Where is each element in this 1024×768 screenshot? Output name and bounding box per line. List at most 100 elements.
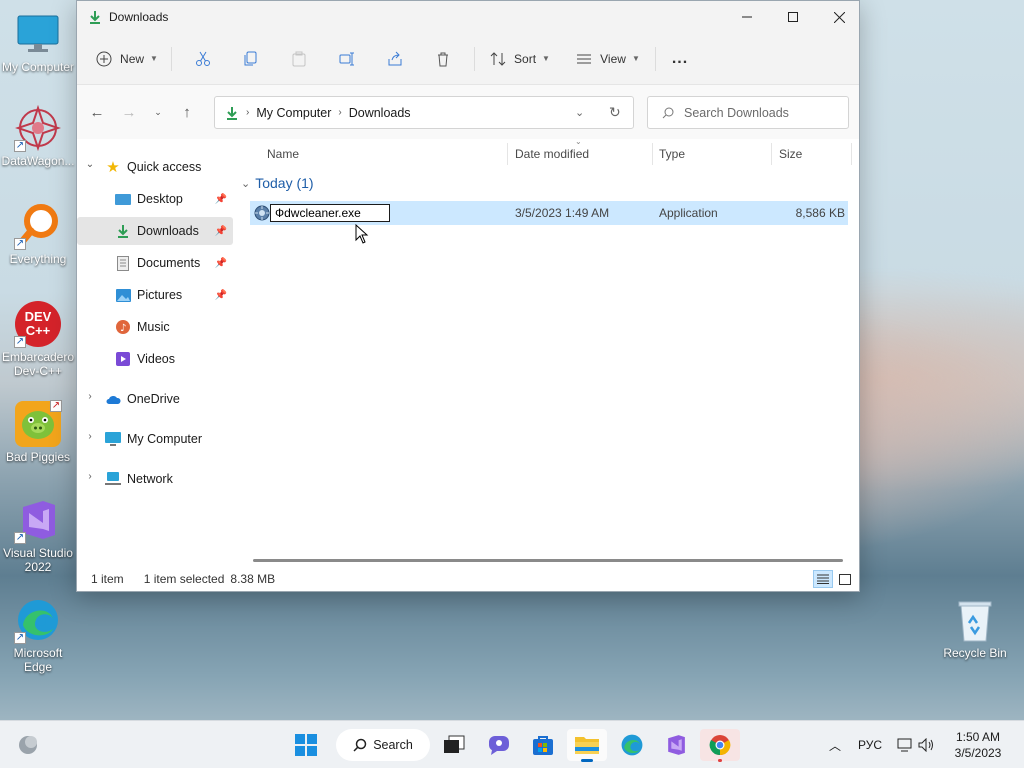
tiles-view-button[interactable] xyxy=(835,570,855,588)
desktop-icon-label: Bad Piggies xyxy=(5,450,71,464)
nav-item-documents[interactable]: Documents 📌 xyxy=(77,249,233,277)
desktop-icon-devcpp[interactable]: DEV C++ ↗ Embarcadero Dev-C++ xyxy=(0,300,76,378)
up-button[interactable]: ↑ xyxy=(171,96,203,128)
edge-taskbar-button[interactable] xyxy=(612,729,652,761)
start-button[interactable] xyxy=(286,729,326,761)
search-input[interactable]: Search Downloads xyxy=(684,106,789,120)
shortcut-arrow-icon: ↗ xyxy=(14,532,26,544)
chevron-down-icon: ⌄ xyxy=(154,106,162,117)
view-button[interactable]: View ▼ xyxy=(571,43,645,75)
nav-label: Documents xyxy=(137,256,201,270)
breadcrumb-my-computer[interactable]: My Computer xyxy=(256,106,331,120)
nav-label: My Computer xyxy=(127,432,203,446)
nav-network[interactable]: Network xyxy=(105,465,233,493)
pin-icon[interactable]: 📌 xyxy=(215,290,227,301)
shortcut-arrow-icon: ↗ xyxy=(14,632,26,644)
nav-item-pictures[interactable]: Pictures 📌 xyxy=(77,281,233,309)
column-separator[interactable] xyxy=(507,143,508,165)
nav-onedrive[interactable]: OneDrive xyxy=(105,385,233,413)
title-bar[interactable]: Downloads xyxy=(77,1,859,33)
widgets-button[interactable] xyxy=(8,729,48,761)
file-list: Name ⌄ Date modified Type Size ⌄ Today (… xyxy=(237,137,859,563)
delete-button[interactable] xyxy=(422,43,464,75)
address-dropdown-button[interactable]: ⌄ xyxy=(575,106,584,119)
chevron-right-icon[interactable]: › xyxy=(83,431,97,442)
rename-button[interactable] xyxy=(326,43,368,75)
clock[interactable]: 1:50 AM 3/5/2023 xyxy=(940,729,1016,761)
sort-button[interactable]: Sort ▼ xyxy=(485,43,555,75)
store-button[interactable] xyxy=(523,729,563,761)
desktop-icon-everything[interactable]: ↗ Everything xyxy=(0,202,76,266)
breadcrumb-downloads[interactable]: Downloads xyxy=(349,106,411,120)
status-bar: 1 item 1 item selected 8.38 MB xyxy=(77,567,859,591)
horizontal-scrollbar[interactable] xyxy=(253,559,843,562)
nav-item-videos[interactable]: Videos xyxy=(77,345,233,373)
nav-item-downloads[interactable]: Downloads 📌 xyxy=(77,217,233,245)
refresh-button[interactable]: ↻ xyxy=(609,104,621,121)
volume-icon[interactable] xyxy=(918,738,936,752)
nav-my-computer[interactable]: My Computer xyxy=(105,425,233,453)
minimize-button[interactable] xyxy=(724,1,770,33)
address-bar[interactable]: › My Computer › Downloads ⌄ ↻ xyxy=(214,96,634,129)
task-view-button[interactable] xyxy=(434,729,474,761)
search-box[interactable]: Search Downloads xyxy=(647,96,849,129)
column-separator[interactable] xyxy=(771,143,772,165)
file-explorer-taskbar-button[interactable] xyxy=(567,729,607,762)
desktop-icon-my-computer[interactable]: My Computer xyxy=(0,10,76,74)
share-button[interactable] xyxy=(374,43,416,75)
close-button[interactable] xyxy=(816,1,862,33)
visual-studio-icon: ↗ xyxy=(14,496,62,544)
copy-button[interactable] xyxy=(230,43,272,75)
column-separator[interactable] xyxy=(652,143,653,165)
chrome-taskbar-button[interactable] xyxy=(700,729,740,762)
column-header-name[interactable]: Name xyxy=(267,143,507,165)
paste-button[interactable] xyxy=(278,43,320,75)
taskbar: Search ︿ РУС 1:50 AM 3/5/2023 xyxy=(0,720,1024,768)
details-view-button[interactable] xyxy=(813,570,833,588)
breadcrumb-separator-icon: › xyxy=(246,107,250,118)
input-language-indicator[interactable]: РУС xyxy=(858,738,882,752)
group-header-today[interactable]: ⌄ Today (1) xyxy=(241,175,314,191)
back-button[interactable]: ← xyxy=(81,96,113,128)
column-header-date-modified[interactable]: Date modified xyxy=(515,143,655,165)
desktop-icon-edge[interactable]: ↗ Microsoft Edge xyxy=(0,596,76,674)
column-separator[interactable] xyxy=(851,143,852,165)
nav-quick-access[interactable]: ★ Quick access xyxy=(105,153,233,181)
maximize-button[interactable] xyxy=(770,1,816,33)
nav-item-music[interactable]: ♪ Music xyxy=(77,313,233,341)
chevron-down-icon[interactable]: ⌄ xyxy=(83,159,97,170)
show-hidden-icons-button[interactable]: ︿ xyxy=(824,737,846,754)
desktop-icon-recycle-bin[interactable]: Recycle Bin xyxy=(937,596,1013,660)
pin-icon[interactable]: 📌 xyxy=(215,258,227,269)
desktop-icon-label: DataWagon... xyxy=(1,154,75,168)
visual-studio-taskbar-button[interactable] xyxy=(656,729,696,761)
new-button[interactable]: New ▼ xyxy=(93,43,161,75)
clock-date: 3/5/2023 xyxy=(954,746,1002,760)
downloads-arrow-icon xyxy=(115,223,131,239)
chevron-right-icon[interactable]: › xyxy=(83,471,97,482)
column-header-type[interactable]: Type xyxy=(659,143,769,165)
table-row[interactable]: Фdwcleaner.exe 3/5/2023 1:49 AM Applicat… xyxy=(250,201,848,225)
recent-locations-button[interactable]: ⌄ xyxy=(145,96,171,128)
desktop-icon-bad-piggies[interactable]: ↗ Bad Piggies xyxy=(0,400,76,464)
more-options-button[interactable]: ... xyxy=(666,43,694,75)
desktop-icon-datawagon[interactable]: ↗ DataWagon... xyxy=(0,104,76,168)
forward-button[interactable]: → xyxy=(113,96,145,128)
nav-label: Pictures xyxy=(137,288,183,302)
command-bar: New ▼ Sort ▼ View ▼ ... xyxy=(77,33,859,85)
column-header-size[interactable]: Size xyxy=(779,143,849,165)
weather-icon xyxy=(19,736,37,754)
cloud-icon xyxy=(105,391,121,407)
taskbar-search-button[interactable]: Search xyxy=(336,729,430,761)
copy-icon xyxy=(244,51,257,65)
pin-icon[interactable]: 📌 xyxy=(215,194,227,205)
chevron-right-icon[interactable]: › xyxy=(83,391,97,402)
rename-input[interactable]: Фdwcleaner.exe xyxy=(270,204,390,222)
chat-button[interactable] xyxy=(479,729,519,761)
desktop-icon-label: Everything xyxy=(9,252,67,266)
desktop-icon-visual-studio[interactable]: ↗ Visual Studio 2022 xyxy=(0,496,76,574)
network-status-icon[interactable] xyxy=(896,738,914,752)
nav-item-desktop[interactable]: Desktop 📌 xyxy=(77,185,233,213)
cut-button[interactable] xyxy=(182,43,224,75)
pin-icon[interactable]: 📌 xyxy=(215,226,227,237)
